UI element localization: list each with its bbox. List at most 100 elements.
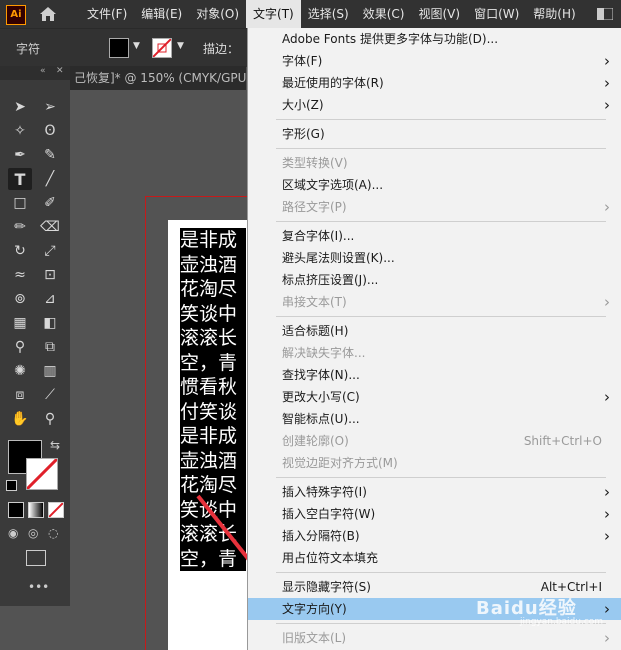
type-menu-item[interactable]: 字形(G) bbox=[248, 123, 621, 145]
shape-builder-icon[interactable]: ⊚ bbox=[8, 288, 32, 310]
menu-item-label: 串接文本(T) bbox=[282, 295, 347, 309]
selection-tool-icon[interactable]: ➤ bbox=[8, 96, 32, 118]
type-menu-item[interactable]: 区域文字选项(A)... bbox=[248, 174, 621, 196]
menu-item[interactable]: 视图(V) bbox=[411, 0, 467, 28]
width-tool-icon[interactable]: ≈ bbox=[8, 264, 32, 286]
menu-item[interactable]: 选择(S) bbox=[301, 0, 356, 28]
submenu-arrow-icon: › bbox=[604, 198, 610, 216]
curvature-tool-icon[interactable]: ✎ bbox=[38, 144, 62, 166]
submenu-arrow-icon: › bbox=[604, 527, 610, 545]
artwork-text-line: 付笑谈 bbox=[180, 399, 246, 424]
type-menu-item[interactable]: 适合标题(H) bbox=[248, 320, 621, 342]
eyedropper-icon[interactable]: ⚲ bbox=[8, 336, 32, 358]
none-mode-icon[interactable] bbox=[48, 502, 64, 518]
menu-separator bbox=[276, 477, 606, 478]
more-tools-icon[interactable]: ••• bbox=[28, 580, 49, 594]
menu-item-label: 路径文字(P) bbox=[282, 200, 347, 214]
type-menu-item[interactable]: 复合字体(I)... bbox=[248, 225, 621, 247]
lasso-tool-icon[interactable]: ʘ bbox=[38, 120, 62, 142]
color-mode-icon[interactable] bbox=[8, 502, 24, 518]
tools-panel-header[interactable]: «✕ bbox=[0, 66, 70, 80]
menu-separator bbox=[276, 148, 606, 149]
menu-separator bbox=[276, 572, 606, 573]
type-menu-item[interactable]: 插入空白字符(W) › bbox=[248, 503, 621, 525]
draw-normal-icon[interactable]: ◉ bbox=[8, 526, 18, 540]
menu-item-label: 区域文字选项(A)... bbox=[282, 178, 384, 192]
artwork-text-line: 花淘尽 bbox=[180, 277, 246, 302]
menu-item-label: 智能标点(U)... bbox=[282, 412, 360, 426]
column-graph-icon[interactable]: ▥ bbox=[38, 360, 62, 382]
workspace-switcher-icon[interactable] bbox=[597, 8, 613, 20]
menu-bar: Ai 文件(F) 编辑(E) 对象(O) 文字(T) 选择(S) 效果(C) 视图(V) 窗口… bbox=[0, 0, 621, 28]
type-menu-item: 解决缺失字体... bbox=[248, 342, 621, 364]
artwork-text-line: 滚滚长 bbox=[180, 326, 246, 351]
eraser-tool-icon[interactable]: ⌫ bbox=[38, 216, 62, 238]
slice-tool-icon[interactable]: ⟋ bbox=[38, 384, 62, 406]
blend-tool-icon[interactable]: ⧉ bbox=[38, 336, 62, 358]
menu-item[interactable]: 窗口(W) bbox=[467, 0, 526, 28]
type-tool-icon[interactable]: T bbox=[8, 168, 32, 190]
type-menu-item[interactable]: 智能标点(U)... bbox=[248, 408, 621, 430]
type-menu-item[interactable]: 避头尾法则设置(K)... bbox=[248, 247, 621, 269]
line-tool-icon[interactable]: ╱ bbox=[38, 168, 62, 190]
perspective-grid-icon[interactable]: ⊿ bbox=[38, 288, 62, 310]
type-menu-item[interactable]: 插入分隔符(B) › bbox=[248, 525, 621, 547]
menu-item-label: 用占位符文本填充 bbox=[282, 551, 379, 565]
menu-item[interactable]: 文字(T) bbox=[246, 0, 301, 28]
pen-tool-icon[interactable]: ✒ bbox=[8, 144, 32, 166]
submenu-arrow-icon: › bbox=[604, 483, 610, 501]
type-menu-item[interactable]: 更改大小写(C) › bbox=[248, 386, 621, 408]
stroke-color-box[interactable] bbox=[26, 458, 58, 490]
submenu-arrow-icon: › bbox=[604, 52, 610, 70]
type-menu-item[interactable]: 字体(F) › bbox=[248, 50, 621, 72]
paintbrush-tool-icon[interactable]: ✐ bbox=[38, 192, 62, 214]
free-transform-icon[interactable]: ⊡ bbox=[38, 264, 62, 286]
fill-swatch[interactable] bbox=[109, 38, 129, 58]
rectangle-tool-icon[interactable]: □ bbox=[8, 192, 32, 214]
type-menu-item[interactable]: 用占位符文本填充 bbox=[248, 547, 621, 569]
draw-behind-icon[interactable]: ◎ bbox=[28, 526, 38, 540]
menu-item-label: Adobe Fonts 提供更多字体与功能(D)... bbox=[282, 32, 499, 46]
gradient-mode-icon[interactable] bbox=[28, 502, 44, 518]
menu-item[interactable]: 对象(O) bbox=[189, 0, 246, 28]
artboard-tool-icon[interactable]: ⧈ bbox=[8, 384, 32, 406]
chevron-down-icon[interactable]: ▼ bbox=[177, 41, 185, 51]
magic-wand-icon[interactable]: ✧ bbox=[8, 120, 32, 142]
mesh-tool-icon[interactable]: ▦ bbox=[8, 312, 32, 334]
menu-item-label: 更改大小写(C) bbox=[282, 390, 360, 404]
chevron-down-icon[interactable]: ▼ bbox=[133, 41, 141, 51]
symbol-sprayer-icon[interactable]: ✺ bbox=[8, 360, 32, 382]
artwork-text-line: 是非成 bbox=[180, 228, 246, 253]
document-tab[interactable]: 己恢复]* @ 150% (CMYK/GPU bbox=[70, 66, 250, 90]
watermark-url: jingyan.baidu.com bbox=[520, 617, 604, 627]
menu-item[interactable]: 文件(F) bbox=[80, 0, 134, 28]
menu-item-label: 最近使用的字体(R) bbox=[282, 76, 384, 90]
gradient-tool-icon[interactable]: ◧ bbox=[38, 312, 62, 334]
menu-item[interactable]: 编辑(E) bbox=[134, 0, 189, 28]
menu-item[interactable]: 帮助(H) bbox=[526, 0, 582, 28]
type-menu-item: 创建轮廓(O) Shift+Ctrl+O bbox=[248, 430, 621, 452]
menu-separator bbox=[276, 119, 606, 120]
type-menu-item[interactable]: 查找字体(N)... bbox=[248, 364, 621, 386]
pencil-tool-icon[interactable]: ✏ bbox=[8, 216, 32, 238]
type-menu-item[interactable]: Adobe Fonts 提供更多字体与功能(D)... bbox=[248, 28, 621, 50]
default-colors-icon[interactable] bbox=[6, 480, 17, 491]
menu-item[interactable]: 效果(C) bbox=[356, 0, 412, 28]
hand-tool-icon[interactable]: ✋ bbox=[8, 408, 32, 430]
zoom-tool-icon[interactable]: ⚲ bbox=[38, 408, 62, 430]
type-menu-item[interactable]: 最近使用的字体(R) › bbox=[248, 72, 621, 94]
type-menu-item[interactable]: 插入特殊字符(I) › bbox=[248, 481, 621, 503]
home-icon[interactable] bbox=[39, 6, 57, 22]
scale-tool-icon[interactable]: ⤢ bbox=[38, 240, 62, 262]
rotate-tool-icon[interactable]: ↻ bbox=[8, 240, 32, 262]
direct-selection-tool-icon[interactable]: ➢ bbox=[38, 96, 62, 118]
menu-item-label: 适合标题(H) bbox=[282, 324, 349, 338]
menu-separator bbox=[276, 316, 606, 317]
draw-inside-icon[interactable]: ◌ bbox=[48, 526, 58, 540]
submenu-arrow-icon: › bbox=[604, 74, 610, 92]
stroke-swatch[interactable] bbox=[152, 38, 172, 58]
swap-colors-icon[interactable]: ⇆ bbox=[50, 438, 60, 452]
type-menu-item[interactable]: 标点挤压设置(J)... bbox=[248, 269, 621, 291]
screen-mode-icon[interactable] bbox=[26, 550, 46, 566]
type-menu-item[interactable]: 大小(Z) › bbox=[248, 94, 621, 116]
